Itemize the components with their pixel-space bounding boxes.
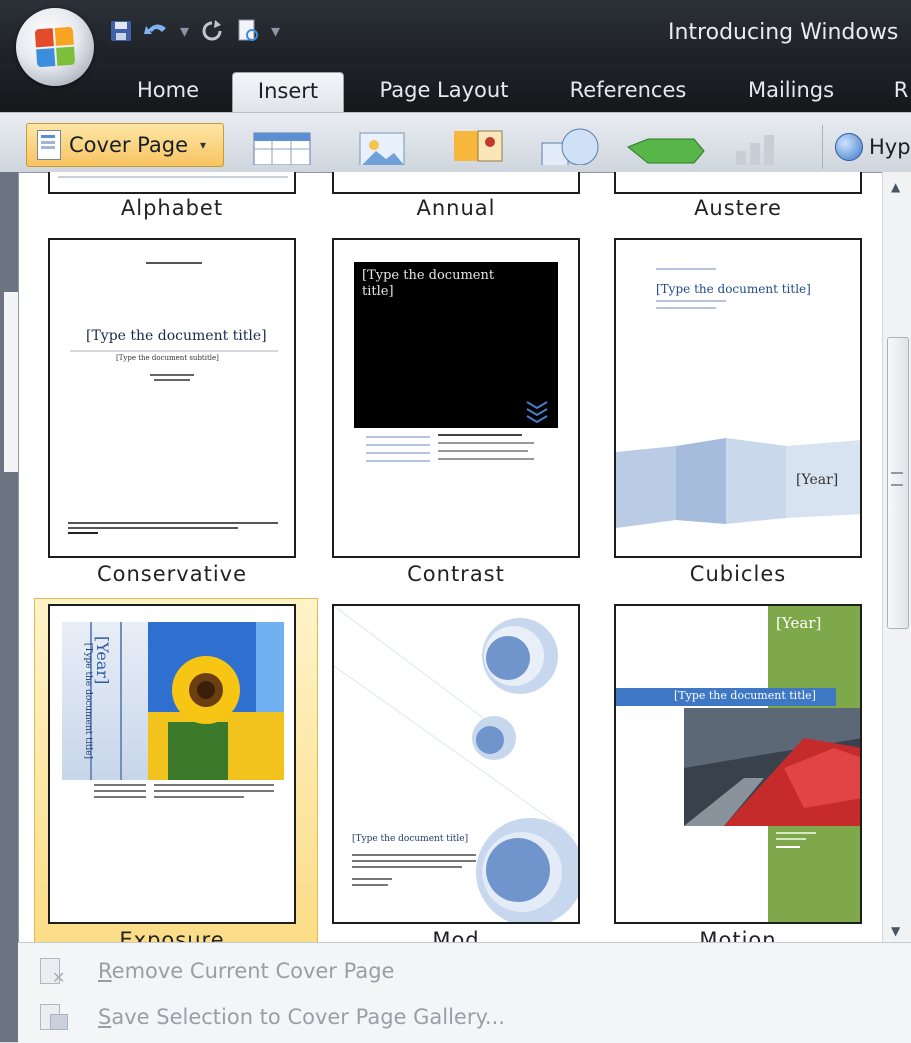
contrast-title-text: [Type the document title] (362, 268, 495, 299)
title-bar: ▾ ▾ Introducing Windows (0, 0, 911, 62)
exposure-title-text: [Type the document title] (83, 642, 94, 760)
gallery-label-cubicles: Cubicles (689, 562, 787, 586)
remove-cover-page-item[interactable]: ✕ Remove Current Cover Page (18, 949, 911, 993)
cover-page-button[interactable]: Cover Page ▾ (26, 123, 224, 167)
ribbon-insert: Cover Page ▾ Hyp (0, 112, 911, 173)
gallery-label-austere: Austere (694, 196, 782, 220)
thumbnail-motion[interactable]: [Year] [Type the document title] (614, 604, 862, 924)
customize-qat-icon[interactable]: ▾ (271, 21, 280, 42)
motion-title-text: [Type the document title] (674, 689, 816, 702)
train-image (684, 708, 860, 826)
scroll-down-icon[interactable]: ▼ (891, 924, 900, 938)
scroll-up-icon[interactable]: ▲ (891, 180, 900, 194)
cubicles-title-text: [Type the document title] (656, 282, 811, 296)
document-edge (0, 172, 18, 1042)
save-icon[interactable] (108, 18, 134, 44)
office-logo-icon (34, 26, 76, 68)
motion-year-text: [Year] (776, 614, 822, 632)
gallery-label-mod: Mod (432, 928, 480, 942)
thumbnail-conservative[interactable]: [Type the document title] [Type the docu… (48, 238, 296, 558)
thumbnail-exposure[interactable]: [Type the document title] [Year] (48, 604, 296, 924)
ribbon-tabs: Home Insert Page Layout References Maili… (0, 62, 911, 113)
gallery-label-alphabet: Alphabet (120, 196, 224, 220)
tab-mailings[interactable]: Mailings (732, 72, 850, 112)
cubicles-year-text: [Year] (796, 472, 839, 488)
save-to-gallery-icon (38, 1002, 68, 1032)
thumbnail-alphabet[interactable] (48, 172, 296, 194)
hyperlink-label: Hyp (869, 135, 911, 159)
redo-icon[interactable] (199, 18, 225, 44)
thumbnail-contrast[interactable]: [Type the document title] (332, 238, 580, 558)
picture-icon[interactable] (354, 125, 410, 165)
tab-review[interactable]: R (886, 72, 911, 112)
gallery-label-exposure: Exposure (119, 928, 225, 942)
remove-page-icon: ✕ (38, 956, 68, 987)
smartart-icon[interactable] (624, 125, 714, 165)
conservative-subtitle-text: [Type the document subtitle] (116, 354, 219, 362)
globe-icon (835, 133, 863, 161)
hyperlink-button[interactable]: Hyp (822, 125, 911, 169)
gallery-label-conservative: Conservative (96, 562, 248, 586)
chevron-stack-icon (526, 401, 548, 424)
thumbnail-austere[interactable] (614, 172, 862, 194)
remove-cover-page-label: Remove Current Cover Page (98, 959, 395, 983)
exposure-year-text: [Year] (93, 636, 112, 685)
tab-references[interactable]: References (556, 72, 700, 112)
save-selection-label: Save Selection to Cover Page Gallery... (98, 1005, 505, 1029)
tab-home[interactable]: Home (118, 72, 218, 112)
clip-art-icon[interactable] (450, 125, 510, 165)
gallery-label-motion: Motion (699, 928, 777, 942)
chart-icon[interactable] (726, 125, 796, 165)
tab-insert[interactable]: Insert (232, 72, 344, 113)
thumbnail-cubicles[interactable]: [Type the document title] [Year] (614, 238, 862, 558)
conservative-title-text: [Type the document title] (86, 328, 267, 344)
print-preview-icon[interactable] (235, 18, 261, 44)
undo-dropdown-icon[interactable]: ▾ (180, 21, 189, 42)
undo-icon[interactable] (144, 18, 170, 44)
quick-access-toolbar: ▾ ▾ (108, 14, 280, 48)
tab-page-layout[interactable]: Page Layout (364, 72, 524, 112)
gallery-scrollbar[interactable]: ▲ ▼ (882, 172, 911, 942)
office-button[interactable] (16, 8, 94, 86)
mod-title-text: [Type the document title] (352, 834, 469, 844)
gallery-label-contrast: Contrast (407, 562, 505, 586)
save-selection-item[interactable]: Save Selection to Cover Page Gallery... (18, 995, 911, 1039)
chevron-down-icon: ▾ (200, 138, 207, 152)
gallery-label-annual: Annual (416, 196, 496, 220)
mod-circles-graphic (334, 606, 578, 922)
sunflower-image (148, 622, 284, 780)
cover-page-label: Cover Page (69, 133, 189, 157)
thumbnail-mod[interactable]: [Type the document title] (332, 604, 580, 924)
thumbnail-annual[interactable] (332, 172, 580, 194)
shapes-icon[interactable] (536, 125, 606, 165)
table-icon[interactable] (246, 125, 316, 165)
grip-icon (891, 472, 903, 486)
gallery-footer-menu: ✕ Remove Current Cover Page Save Selecti… (18, 942, 911, 1043)
window-title: Introducing Windows (668, 20, 899, 45)
cover-page-icon (37, 130, 61, 160)
